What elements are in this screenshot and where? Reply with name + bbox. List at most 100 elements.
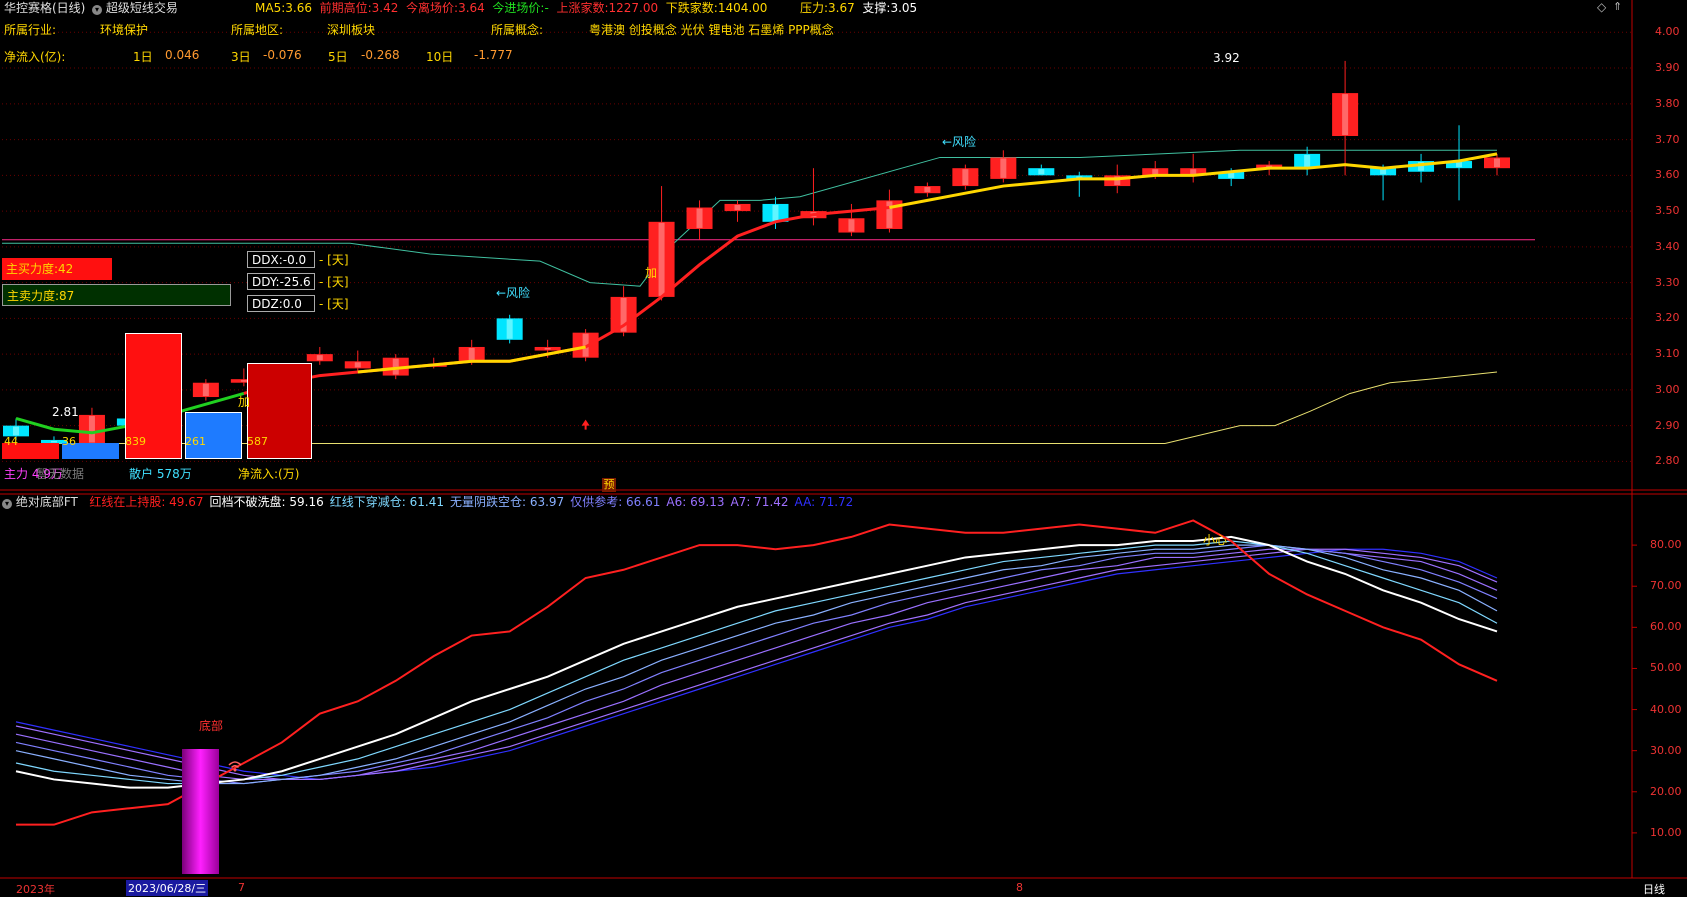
candle-highlight <box>848 219 855 232</box>
bar-value-2: 36 <box>62 435 76 448</box>
indicator-line <box>15 548 1498 781</box>
candle-highlight <box>1342 94 1349 135</box>
net-inflow-label: 净流入:(万) <box>238 467 300 481</box>
indicator-toggle-icon[interactable]: ▾ <box>2 499 12 509</box>
region-label: 所属地区: <box>231 23 284 37</box>
indicator-legend-item: 回档不破洗盘: 59.16 <box>209 495 324 509</box>
indicator-name[interactable]: 绝对底部FT <box>16 495 78 509</box>
candle-highlight <box>240 380 247 382</box>
candle-highlight <box>1380 169 1387 175</box>
ddy-unit: - [天] <box>319 275 349 289</box>
price-tick-label: 3.70 <box>1655 132 1680 146</box>
flow-period-10: 10日 <box>426 50 454 64</box>
price-tick-label: 3.90 <box>1655 61 1680 75</box>
industry-value: 环境保护 <box>100 23 149 37</box>
risk-label-1: ←风险 <box>942 135 977 149</box>
indicator-tick-label: 30.00 <box>1650 743 1682 757</box>
candle-highlight <box>392 358 399 375</box>
price-tick-label: 3.50 <box>1655 204 1680 218</box>
indicator-legend-item: 仅供参考: 66.61 <box>570 495 661 509</box>
price-tick-label: 3.60 <box>1655 168 1680 182</box>
indicator-line <box>15 544 1498 785</box>
indicator-line <box>15 544 1498 785</box>
candle-highlight <box>544 347 551 350</box>
support-line-rise <box>1164 371 1498 445</box>
industry-label: 所属行业: <box>4 23 57 37</box>
year-label: 2023年 <box>16 883 55 896</box>
period-button[interactable]: 日线 <box>1643 881 1665 897</box>
diamond-icon[interactable]: ◇ <box>1597 0 1606 14</box>
retail-label: 散户 578万 <box>129 467 192 481</box>
cursor-date: 2023/06/28/三 <box>126 880 209 896</box>
indicator-header: ▾ 绝对底部FT 红线在上持股: 49.67 回档不破洗盘: 59.16 红线下穿减… <box>2 494 859 510</box>
indicator-tick-label: 60.00 <box>1650 620 1682 634</box>
indicator-legend-item: AA: 71.72 <box>794 495 854 509</box>
indicator-line <box>15 535 1498 789</box>
risk-label-2: ←风险 <box>496 286 531 300</box>
flow-label: 净流入(亿): <box>4 50 66 64</box>
candle-highlight <box>962 169 969 186</box>
flow-value-1: 0.046 <box>165 48 200 62</box>
indicator-line <box>15 548 1498 781</box>
bar-value-4: 261 <box>185 435 206 448</box>
low-price-label: 2.81 <box>52 405 79 419</box>
header-indicators: MA5:3.66 前期高位:3.42 今离场价:3.64 今进场价:- 上涨家数… <box>255 1 768 15</box>
candle-highlight <box>88 415 95 443</box>
no-data-label: 暂无数据 <box>36 467 85 481</box>
indicator-legend-item: 无量阴跌空仓: 63.97 <box>449 495 565 509</box>
indicator-legend-item: 红线在上持股: 49.67 <box>89 495 204 509</box>
candle-highlight <box>886 201 893 228</box>
candle-highlight <box>1000 158 1007 178</box>
sell-force-box: 主卖力度:87 <box>2 284 231 306</box>
add-label-1: 加 <box>645 266 658 280</box>
candle-highlight <box>468 347 475 361</box>
ddx-box: DDX:-0.0 <box>247 251 315 268</box>
add-label-2: 加 <box>238 395 251 409</box>
indicator-legend-item: A7: 71.42 <box>730 495 789 509</box>
bottom-signal-bar <box>182 749 219 874</box>
strategy-name: 超级短线交易 <box>105 1 178 15</box>
indicator-legend-item: A6: 69.13 <box>666 495 725 509</box>
bar-value-5: 587 <box>247 435 268 448</box>
up-arrow-icon[interactable]: ⇑ <box>1613 0 1622 13</box>
candle-highlight <box>202 383 209 397</box>
price-tick-label: 2.90 <box>1655 418 1680 432</box>
candle-highlight <box>1494 158 1500 168</box>
high-price-label: 3.92 <box>1213 51 1240 65</box>
ddz-box: DDZ:0.0 <box>247 295 315 312</box>
indicator-tick-label: 10.00 <box>1650 825 1682 839</box>
flow-value-3: -0.076 <box>263 48 302 62</box>
stock-title[interactable]: 华控赛格(日线) <box>4 1 85 15</box>
bar-value-1: 44 <box>4 435 18 448</box>
month-8-label: 8 <box>1016 881 1023 894</box>
candle-highlight <box>658 222 665 296</box>
candle-highlight <box>772 204 779 221</box>
predict-badge: 预 <box>602 478 616 492</box>
candle-highlight <box>354 362 361 368</box>
support-pressure: 压力:3.67 支撑:3.05 <box>800 1 918 15</box>
ddy-box: DDY:-25.6 <box>247 273 315 290</box>
ddz-unit: - [天] <box>319 297 349 311</box>
candle-highlight <box>1228 172 1235 178</box>
price-tick-label: 3.10 <box>1655 347 1680 361</box>
caution-label: 小心 <box>1203 533 1228 547</box>
candle-highlight <box>316 355 323 361</box>
chevron-down-icon: ▾ <box>92 5 102 15</box>
candle-highlight <box>1304 154 1311 168</box>
strategy-selector[interactable]: ▾ 超级短线交易 <box>92 0 178 16</box>
wifi-signal-icon <box>228 760 242 772</box>
trend-thin-line <box>2 149 1497 287</box>
buy-arrow-icon <box>581 419 590 430</box>
price-tick-label: 3.00 <box>1655 382 1680 396</box>
candle-highlight <box>734 204 741 211</box>
flow-period-1: 1日 <box>133 50 153 64</box>
candle-highlight <box>1456 162 1463 168</box>
indicator-tick-label: 50.00 <box>1650 661 1682 675</box>
candle-highlight <box>506 319 513 339</box>
price-tick-label: 2.80 <box>1655 454 1680 468</box>
indicator-tick-label: 40.00 <box>1650 702 1682 716</box>
price-tick-label: 3.20 <box>1655 311 1680 325</box>
candle-highlight <box>924 187 931 193</box>
indicator-tick-label: 80.00 <box>1650 538 1682 552</box>
indicator-line <box>15 548 1498 781</box>
